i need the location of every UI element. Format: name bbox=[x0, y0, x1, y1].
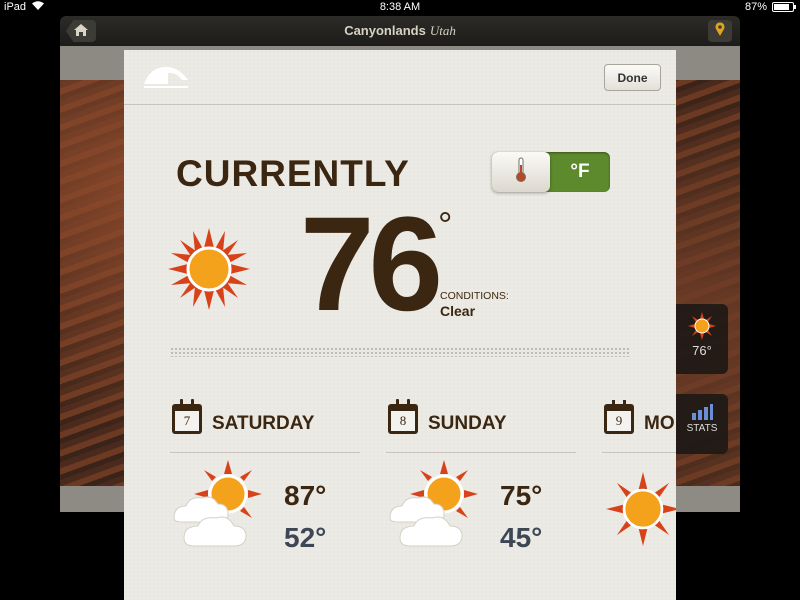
calendar-icon: 7 bbox=[172, 399, 202, 434]
sun-icon bbox=[168, 228, 250, 315]
park-title: Canyonlands Utah bbox=[60, 23, 740, 39]
thermometer-icon bbox=[515, 157, 527, 188]
side-weather-widget[interactable]: 76° bbox=[676, 304, 728, 374]
partly-cloudy-icon bbox=[170, 460, 270, 565]
forecast-low: 52° bbox=[284, 522, 327, 553]
forecast-day-header: 9 MO bbox=[602, 400, 676, 453]
bar-chart-icon bbox=[676, 404, 728, 423]
currently-heading: CURRENTLY bbox=[176, 153, 410, 194]
park-logo-icon bbox=[142, 64, 192, 95]
battery-icon bbox=[772, 2, 796, 12]
forecast-date: 9 bbox=[615, 413, 623, 428]
forecast-day-name: SATURDAY bbox=[212, 413, 315, 434]
forecast-day-name: SUNDAY bbox=[428, 413, 507, 434]
forecast-high: 87° bbox=[284, 480, 327, 511]
done-button[interactable]: Done bbox=[604, 64, 661, 91]
small-sun-icon bbox=[676, 312, 728, 343]
stats-label: STATS bbox=[686, 423, 718, 434]
forecast-day: 9 MO bbox=[602, 400, 676, 600]
calendar-icon: 9 bbox=[604, 400, 634, 434]
fahrenheit-label: °F bbox=[570, 161, 590, 182]
weather-modal: Done CURRENTLY °F 76 ° CONDITIONS: Clear… bbox=[124, 50, 676, 600]
forecast-day: 7 SATURDAY 87° 52° bbox=[170, 399, 360, 600]
side-temp: 76° bbox=[692, 343, 712, 358]
conditions-value: Clear bbox=[440, 303, 476, 319]
current-temperature: 76 bbox=[300, 190, 443, 339]
forecast-date: 7 bbox=[183, 413, 191, 428]
dotted-divider bbox=[170, 347, 630, 357]
forecast-day: 8 SUNDAY 75° 45° bbox=[386, 399, 576, 600]
calendar-icon: 8 bbox=[388, 399, 418, 434]
modal-header: Done bbox=[124, 50, 676, 105]
status-bar: iPad 8:38 AM 87% bbox=[0, 0, 800, 16]
app-navbar: Canyonlands Utah bbox=[60, 16, 740, 46]
degree-symbol: ° bbox=[438, 204, 453, 245]
sun-icon bbox=[606, 472, 676, 551]
park-name: Canyonlands bbox=[344, 23, 426, 38]
park-state: Utah bbox=[429, 23, 456, 38]
forecast-high: 75° bbox=[500, 480, 543, 511]
partly-cloudy-icon bbox=[386, 460, 486, 565]
status-time: 8:38 AM bbox=[379, 1, 421, 13]
conditions-label: CONDITIONS: bbox=[440, 290, 509, 302]
forecast-low: 45° bbox=[500, 522, 543, 553]
map-pin-icon bbox=[715, 21, 725, 41]
side-stats-widget[interactable]: STATS bbox=[676, 394, 728, 454]
battery-percent: 87% bbox=[744, 1, 767, 13]
forecast-day-name: MO bbox=[644, 413, 675, 434]
toggle-knob[interactable] bbox=[492, 152, 550, 192]
forecast-day-header: 7 SATURDAY bbox=[170, 399, 360, 453]
forecast-date: 8 bbox=[399, 413, 407, 428]
forecast-day-header: 8 SUNDAY bbox=[386, 399, 576, 453]
unit-toggle[interactable]: °F bbox=[492, 152, 610, 192]
location-button[interactable] bbox=[708, 20, 732, 42]
